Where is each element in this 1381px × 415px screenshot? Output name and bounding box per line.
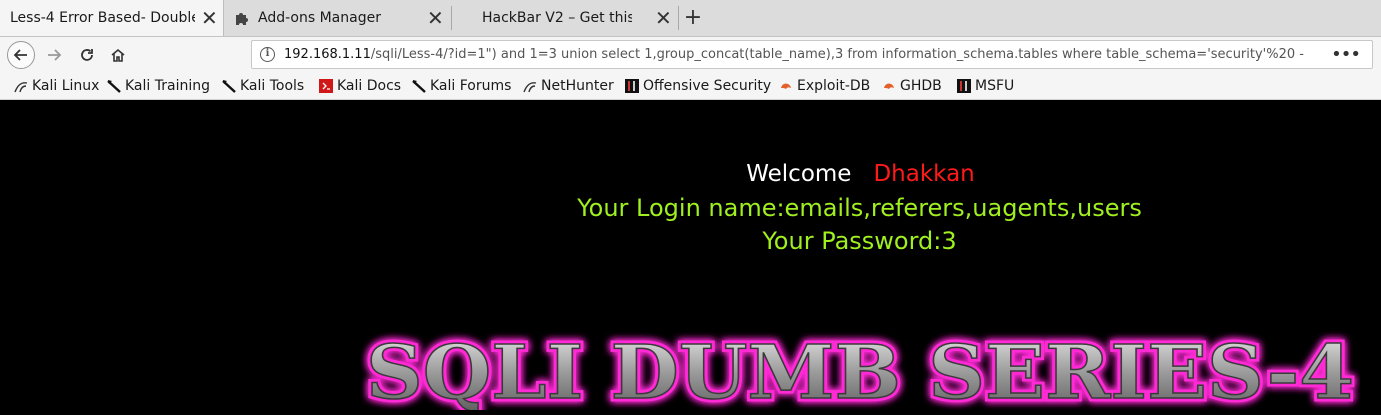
exploitdb-icon (882, 79, 896, 93)
bookmark-kali-training[interactable]: Kali Training (107, 77, 210, 95)
page-content: Welcome Dhakkan Your Login name:emails,re… (0, 100, 1381, 415)
url-bar[interactable]: i 192.168.1.11/sqli/Less-4/?id=1") and 1… (251, 40, 1373, 69)
series-banner: SQLI DUMB SERIES-4 SQLI DUMB SERIES-4 (363, 327, 1358, 411)
tab-less-4[interactable]: Less-4 Error Based- Double Quotes- Strin… (0, 0, 224, 36)
reload-icon (81, 49, 93, 61)
forward-button[interactable] (39, 40, 69, 70)
kali-tool-icon (412, 79, 426, 93)
close-icon[interactable]: ✕ (655, 8, 672, 28)
info-icon[interactable]: i (260, 47, 275, 62)
close-icon[interactable]: ✕ (201, 8, 218, 28)
back-button[interactable] (6, 40, 36, 70)
back-arrow-icon (7, 41, 35, 69)
url-text[interactable]: 192.168.1.11/sqli/Less-4/?id=1") and 1=3… (284, 47, 1304, 62)
bookmark-msfu[interactable]: MSFU (957, 77, 1014, 95)
kali-docs-icon (319, 79, 333, 93)
bookmark-exploit-db[interactable]: Exploit-DB (779, 77, 870, 95)
bookmark-nethunter[interactable]: NetHunter (523, 77, 614, 95)
bookmark-kali-tools[interactable]: Kali Tools (222, 77, 304, 95)
login-name-result: Your Login name:emails,referers,uagents,… (577, 194, 1142, 222)
kali-dragon-icon (523, 79, 537, 93)
kali-tool-icon (222, 79, 236, 93)
username: Dhakkan (873, 161, 975, 187)
bookmark-label: Kali Training (125, 78, 210, 94)
exploitdb-icon (779, 79, 793, 93)
bookmark-label: GHDB (900, 78, 942, 94)
page-actions-icon[interactable]: ••• (1331, 44, 1361, 65)
tab-title: Add-ons Manager (258, 10, 381, 26)
bookmark-kali-docs[interactable]: Kali Docs (319, 77, 401, 95)
bookmark-label: MSFU (975, 78, 1015, 94)
tab-title: Less-4 Error Based- Double Quotes- Strin… (10, 10, 195, 26)
welcome-line: Welcome Dhakkan (0, 161, 1381, 187)
url-host: 192.168.1.11 (284, 47, 371, 62)
bookmark-kali-linux[interactable]: Kali Linux (14, 77, 99, 95)
puzzle-icon (234, 10, 250, 26)
bookmark-label: Offensive Security (643, 78, 772, 94)
bookmark-offensive-security[interactable]: Offensive Security (625, 77, 771, 95)
reload-button[interactable] (72, 40, 102, 70)
tab-hackbar[interactable]: HackBar V2 – Get this Extension for Fire… (452, 0, 678, 36)
navigation-bar: i 192.168.1.11/sqli/Less-4/?id=1") and 1… (0, 37, 1381, 73)
bookmark-label: Kali Docs (337, 78, 402, 94)
offsec-icon (957, 79, 971, 93)
offsec-icon (625, 79, 639, 93)
password-result: Your Password:3 (762, 227, 957, 255)
bookmark-label: Kali Tools (240, 78, 305, 94)
url-path: /sqli/Less-4/?id=1") and 1=3 union selec… (370, 47, 1304, 62)
new-tab-button[interactable]: + (679, 4, 707, 32)
bookmark-label: Kali Linux (32, 78, 100, 94)
kali-dragon-icon (14, 79, 28, 93)
bookmark-label: NetHunter (541, 78, 614, 94)
bookmarks-toolbar: Kali Linux Kali Training Kali Tools Kali… (0, 73, 1381, 100)
bookmark-label: Kali Forums (430, 78, 512, 94)
close-icon[interactable]: ✕ (427, 8, 444, 28)
bookmark-label: Exploit-DB (797, 78, 871, 94)
home-icon (111, 48, 125, 62)
forward-arrow-icon (48, 49, 62, 61)
tab-title: HackBar V2 – Get this Extension for Fire… (482, 10, 632, 26)
banner-text: SQLI DUMB SERIES-4 (366, 330, 1354, 410)
tab-strip: Less-4 Error Based- Double Quotes- Strin… (0, 0, 1381, 37)
bookmark-kali-forums[interactable]: Kali Forums (412, 77, 511, 95)
home-button[interactable] (103, 40, 133, 70)
bookmark-ghdb[interactable]: GHDB (882, 77, 942, 95)
welcome-text: Welcome (746, 161, 852, 187)
tab-addons-manager[interactable]: Add-ons Manager ✕ (224, 0, 450, 36)
kali-tool-icon (107, 79, 121, 93)
